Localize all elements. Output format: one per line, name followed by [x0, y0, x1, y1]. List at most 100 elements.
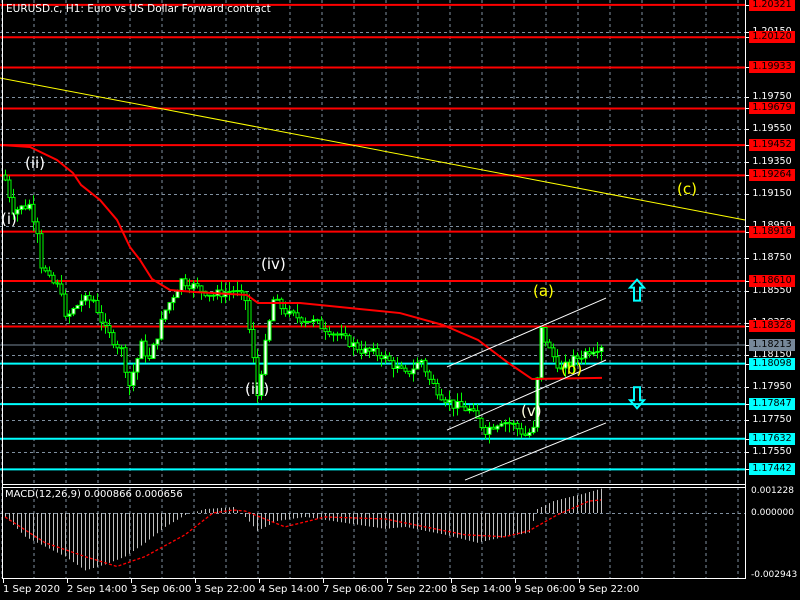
resistance-price-label: 1.18916 [749, 225, 795, 238]
candle [251, 321, 256, 363]
candle [391, 356, 396, 378]
candle-body-bull [163, 309, 168, 320]
candle-body-bear [555, 356, 560, 369]
candle [519, 422, 524, 439]
price-axis-label: 1.17550 [752, 445, 792, 457]
candle-body-bull [351, 342, 356, 348]
candle [39, 229, 44, 274]
candle-body-bear [391, 360, 396, 369]
price-axis-label: 1.17950 [752, 381, 792, 393]
resistance-price-label: 1.20120 [749, 31, 795, 44]
macd-axis-label: 0.001228 [751, 486, 794, 496]
candle [427, 369, 432, 386]
candle [75, 304, 80, 310]
candle [459, 392, 464, 408]
resistance-price-label: 1.18328 [749, 320, 795, 333]
candle [551, 343, 556, 363]
candle-body-bear [295, 312, 300, 319]
candle-body-bear [107, 324, 112, 334]
candle [367, 346, 372, 359]
candle [395, 356, 400, 373]
candle [555, 349, 560, 373]
resistance-price-label: 1.19933 [749, 61, 795, 74]
candle-body-bear [103, 321, 108, 326]
candle-body-bull [467, 408, 472, 412]
candle [147, 347, 152, 361]
candle [403, 364, 408, 374]
candle-body-bear [211, 294, 216, 297]
candle [483, 425, 488, 440]
candle [591, 347, 596, 357]
candle [67, 310, 72, 324]
candle [31, 195, 36, 232]
candle [219, 281, 224, 304]
candle [307, 320, 312, 323]
time-axis-label: 9 Sep 06:00 [515, 584, 576, 595]
candle-body-bear [111, 332, 116, 346]
candle-body-bear [575, 355, 580, 359]
candle-body-bull [411, 368, 416, 375]
candle [351, 337, 356, 356]
candle [311, 315, 316, 327]
candle [491, 423, 496, 430]
candle-body-bull [303, 320, 308, 323]
candle-body-bull [139, 340, 144, 360]
resistance-price-label: 1.19452 [749, 139, 795, 152]
candle-body-bear [183, 278, 188, 287]
candle-body-bull [287, 310, 292, 315]
candle-body-bear [547, 341, 552, 349]
candle-body-bull [583, 351, 588, 359]
candle [439, 388, 444, 401]
candle-body-bull [595, 350, 600, 353]
candle [79, 294, 84, 312]
time-axis-label: 7 Sep 06:00 [323, 584, 384, 595]
candle [191, 280, 196, 298]
candle-body-bear [399, 365, 404, 369]
candle [47, 266, 52, 278]
candle [115, 340, 120, 355]
price-chart[interactable] [0, 0, 800, 600]
macd-signal-line [4, 499, 602, 568]
candle-body-bear [3, 174, 8, 181]
candle [335, 331, 340, 342]
candle-body-bull [499, 423, 504, 427]
resistance-price-label: 1.19264 [749, 169, 795, 182]
candle-body-bear [147, 355, 152, 359]
macd-title: MACD(12,26,9) 0.000866 0.000656 [5, 489, 183, 500]
candle-body-bull [119, 347, 124, 350]
candle-body-bear [431, 378, 436, 384]
candle-body-bear [515, 422, 520, 430]
candle-body-bear [195, 283, 200, 287]
resistance-price-label: 1.20321 [749, 0, 795, 11]
candle [239, 284, 244, 300]
candle-body-bear [407, 370, 412, 375]
moving-average-line [0, 143, 603, 381]
candle [83, 292, 88, 306]
candle-body-bear [283, 308, 288, 315]
candle-body-bull [159, 318, 164, 340]
candle-body-bear [459, 400, 464, 408]
candle-body-bull [419, 359, 424, 364]
candle-body-bear [35, 221, 40, 235]
candle-body-bear [463, 406, 468, 412]
candle [359, 340, 364, 360]
candle-body-bull [231, 290, 236, 293]
candle [279, 297, 284, 315]
candle [527, 428, 532, 438]
candle [447, 390, 452, 411]
price-axis-label: 1.19350 [752, 155, 792, 167]
candle-body-bear [307, 320, 312, 323]
candle-body-bull [383, 355, 388, 360]
macd-axis-label: 0.000000 [751, 508, 794, 518]
candle-body-bear [251, 328, 256, 359]
support-price-label: 1.17847 [749, 398, 795, 411]
candle [543, 327, 548, 347]
candle [27, 199, 32, 211]
candle [179, 277, 184, 295]
candle-body-bear [43, 267, 48, 272]
candle-body-bear [199, 285, 204, 292]
candle [103, 313, 108, 334]
candle-body-bull [415, 362, 420, 370]
candle-body-bear [7, 179, 12, 198]
candle-body-bull [267, 320, 272, 341]
